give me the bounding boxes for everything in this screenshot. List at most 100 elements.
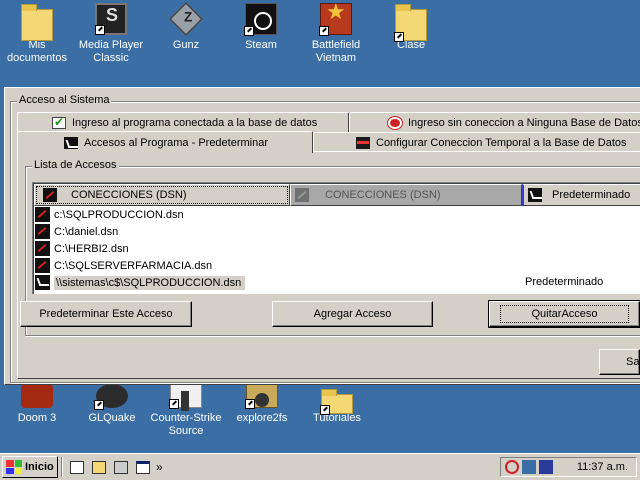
column-header-dsn[interactable]: CONECCIONES (DSN) bbox=[34, 184, 290, 206]
desktop-icon-label: Mis documentos bbox=[7, 39, 67, 64]
show-desktop-icon[interactable] bbox=[68, 458, 86, 476]
desktop-icon-label: Battlefield Vietnam bbox=[311, 39, 361, 64]
tab-label: Ingreso al programa conectada a la base … bbox=[72, 116, 318, 129]
column-header-default[interactable]: Predeterminado bbox=[522, 184, 640, 206]
desktop-icon-label: GLQuake bbox=[88, 412, 136, 424]
tab-temp-connection[interactable]: Configurar Coneccion Temporal a la Base … bbox=[313, 132, 640, 152]
battlefield-icon bbox=[319, 3, 352, 36]
tab-label: Ingreso sin coneccion a Ninguna Base de … bbox=[408, 116, 640, 129]
list-item-selected[interactable]: \\sistemas\c$\SQLPRODUCCION.dsn bbox=[35, 274, 246, 291]
no-connection-icon bbox=[387, 115, 403, 130]
list-item-dsn: \\sistemas\c$\SQLPRODUCCION.dsn bbox=[54, 275, 246, 290]
list-item-dsn: c:\SQLPRODUCCION.dsn bbox=[54, 208, 184, 221]
taskbar: Inicio » 11:37 a.m. bbox=[0, 453, 640, 480]
tab-connected-login[interactable]: Ingreso al programa conectada a la base … bbox=[17, 112, 349, 132]
access-group-title: Acceso al Sistema bbox=[17, 94, 112, 106]
list-item[interactable]: C:\HERBI2.dsn bbox=[35, 240, 129, 257]
gunz-icon bbox=[169, 2, 203, 36]
column-header-dsn-2[interactable]: CONECCIONES (DSN) bbox=[290, 184, 522, 206]
media-player-icon bbox=[95, 3, 127, 35]
shortcut-arrow-icon bbox=[94, 400, 104, 410]
shortcut-arrow-icon bbox=[320, 405, 330, 415]
tab-offline-login[interactable]: Ingreso sin coneccion a Ninguna Base de … bbox=[349, 112, 640, 132]
folder-icon bbox=[394, 4, 427, 42]
desktop-icon-media-player-classic[interactable]: Media Player Classic bbox=[71, 3, 151, 65]
network-status-icon[interactable] bbox=[522, 460, 536, 474]
default-icon bbox=[64, 136, 78, 149]
quake-icon bbox=[94, 384, 128, 410]
desktop-icon-label: Doom 3 bbox=[17, 412, 57, 424]
list-item-default-flag: Predeterminado bbox=[525, 276, 604, 288]
shortcut-arrow-icon bbox=[95, 25, 105, 35]
tab-label: Configurar Coneccion Temporal a la Base … bbox=[376, 136, 627, 149]
default-icon bbox=[528, 188, 542, 202]
display-icon[interactable] bbox=[539, 460, 553, 474]
button-label: Sa bbox=[626, 356, 640, 368]
system-tray: 11:37 a.m. bbox=[500, 457, 637, 477]
database-icon bbox=[35, 241, 50, 256]
desktop-icon-glquake[interactable]: GLQuake bbox=[72, 384, 152, 425]
desktop-icon-doom3[interactable]: Doom 3 bbox=[0, 384, 77, 425]
column-header-label: CONECCIONES (DSN) bbox=[71, 189, 187, 201]
desktop-icon-steam[interactable]: Steam bbox=[221, 3, 301, 52]
list-item[interactable]: c:\SQLPRODUCCION.dsn bbox=[35, 206, 184, 223]
start-label: Inicio bbox=[25, 461, 54, 473]
shortcut-arrow-icon bbox=[244, 26, 254, 36]
button-label: Predeterminar Este Acceso bbox=[39, 308, 173, 320]
exit-button[interactable]: Sa bbox=[599, 349, 640, 375]
desktop-icon-mis-documentos[interactable]: Mis documentos bbox=[0, 3, 77, 65]
database-icon bbox=[43, 188, 57, 202]
folder-icon bbox=[320, 389, 353, 415]
shortcut-arrow-icon bbox=[245, 399, 255, 409]
desktop-icon-label: Media Player Classic bbox=[78, 39, 144, 64]
quicklaunch-more-icon[interactable]: » bbox=[156, 460, 163, 474]
desktop-icon-clase[interactable]: Clase bbox=[371, 3, 451, 52]
tab-access-default[interactable]: Accesos al Programa - Predeterminar bbox=[17, 131, 313, 153]
database-icon bbox=[35, 258, 50, 273]
start-button[interactable]: Inicio bbox=[2, 456, 58, 478]
button-label: Agregar Acceso bbox=[313, 308, 392, 320]
list-item[interactable]: C:\daniel.dsn bbox=[35, 223, 118, 240]
temp-connection-icon bbox=[356, 136, 370, 149]
column-header-label: CONECCIONES (DSN) bbox=[325, 189, 441, 201]
shortcut-arrow-icon bbox=[394, 32, 404, 42]
explore2fs-icon bbox=[245, 384, 278, 409]
desktop-icon-counter-strike-source[interactable]: Counter-Strike Source bbox=[146, 384, 226, 438]
database-icon bbox=[295, 188, 309, 202]
database-icon bbox=[35, 207, 50, 222]
windows-logo-icon bbox=[6, 460, 22, 474]
window-icon[interactable] bbox=[134, 458, 152, 476]
tab-label: Accesos al Programa - Predeterminar bbox=[84, 136, 269, 149]
list-item-dsn: C:\HERBI2.dsn bbox=[54, 242, 129, 255]
shortcut-arrow-icon bbox=[319, 26, 329, 36]
remove-access-button[interactable]: QuitarAcceso bbox=[488, 300, 640, 328]
desktop-icon-gunz[interactable]: Gunz bbox=[146, 2, 226, 52]
access-list[interactable]: CONECCIONES (DSN) CONECCIONES (DSN) Pred… bbox=[32, 182, 640, 294]
doom-icon bbox=[21, 384, 53, 408]
explorer-icon[interactable] bbox=[90, 458, 108, 476]
add-access-button[interactable]: Agregar Acceso bbox=[272, 301, 433, 327]
button-label: QuitarAcceso bbox=[500, 305, 629, 323]
network-icon[interactable] bbox=[112, 458, 130, 476]
desktop-icon-explore2fs[interactable]: explore2fs bbox=[222, 384, 302, 425]
access-list-header: CONECCIONES (DSN) CONECCIONES (DSN) Pred… bbox=[34, 184, 640, 206]
counter-strike-icon bbox=[169, 384, 202, 411]
shortcut-arrow-icon bbox=[169, 399, 179, 409]
check-icon bbox=[52, 115, 66, 129]
clock[interactable]: 11:37 a.m. bbox=[577, 461, 628, 473]
set-default-button[interactable]: Predeterminar Este Acceso bbox=[20, 301, 192, 327]
list-item-dsn: C:\daniel.dsn bbox=[54, 225, 119, 238]
list-item[interactable]: C:\SQLSERVERFARMACIA.dsn bbox=[35, 257, 212, 274]
folder-icon bbox=[21, 4, 53, 41]
desktop-icon-tutoriales[interactable]: Tutoriales bbox=[297, 386, 377, 425]
desktop-icon-label: Steam bbox=[245, 39, 277, 51]
desktop-icon-battlefield-vietnam[interactable]: Battlefield Vietnam bbox=[296, 3, 376, 65]
steam-icon bbox=[244, 3, 277, 36]
access-list-group-title: Lista de Accesos bbox=[32, 159, 119, 171]
taskbar-separator bbox=[61, 457, 63, 477]
desktop-icon-label: Gunz bbox=[172, 39, 200, 51]
desktop-icon-label: explore2fs bbox=[236, 412, 288, 424]
column-header-label: Predeterminado bbox=[552, 189, 631, 201]
list-item-dsn: C:\SQLSERVERFARMACIA.dsn bbox=[54, 259, 213, 272]
speaker-icon[interactable] bbox=[505, 460, 519, 474]
